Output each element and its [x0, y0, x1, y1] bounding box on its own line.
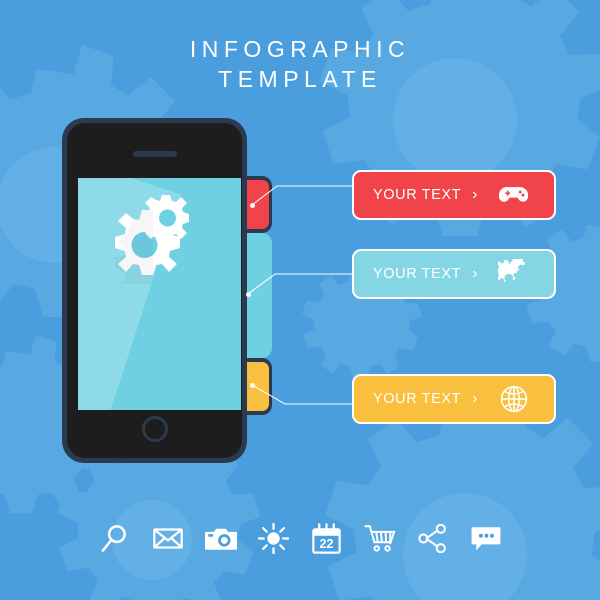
connector-dot-yellow: [250, 383, 255, 388]
calendar-icon[interactable]: 22: [308, 518, 346, 558]
share-icon[interactable]: [414, 518, 452, 558]
speaker-slot: [132, 151, 177, 157]
title-line-primary: INFOGRAPHIC: [189, 36, 411, 62]
chat-icon[interactable]: [467, 518, 505, 558]
cart-icon[interactable]: [361, 518, 399, 558]
sun-icon[interactable]: [255, 518, 293, 558]
globe-icon: [498, 383, 530, 415]
home-button[interactable]: [141, 416, 168, 442]
gears-icon: [498, 258, 530, 290]
chevron-right-icon: ›: [472, 186, 478, 203]
chevron-right-icon: ›: [472, 265, 478, 282]
connector-dot-red: [250, 203, 255, 208]
cta-button-1[interactable]: YOUR TEXT ›: [352, 170, 556, 220]
title-line-secondary: TEMPLATE: [218, 66, 382, 92]
search-icon[interactable]: [96, 518, 134, 558]
chevron-right-icon: ›: [472, 390, 478, 407]
cta-button-2[interactable]: YOUR TEXT ›: [352, 249, 556, 299]
gamepad-icon: [498, 179, 530, 211]
cta-3-label: YOUR TEXT: [373, 391, 462, 407]
calendar-day-number: 22: [320, 537, 334, 551]
page-title: INFOGRAPHIC TEMPLATE: [0, 34, 600, 94]
envelope-icon[interactable]: [149, 518, 187, 558]
infographic-canvas: INFOGRAPHIC TEMPLATE YOUR TEXT › YOUR TE…: [0, 0, 600, 600]
connector-dot-cyan: [246, 292, 251, 297]
gears-icon: [115, 195, 189, 275]
cta-2-label: YOUR TEXT: [373, 266, 462, 282]
camera-icon[interactable]: [202, 518, 240, 558]
cta-button-3[interactable]: YOUR TEXT ›: [352, 374, 556, 424]
cta-1-label: YOUR TEXT: [373, 187, 462, 203]
phone-bezel: [67, 123, 242, 458]
smartphone-mockup[interactable]: [62, 118, 247, 463]
icon-strip: 22: [0, 512, 600, 564]
